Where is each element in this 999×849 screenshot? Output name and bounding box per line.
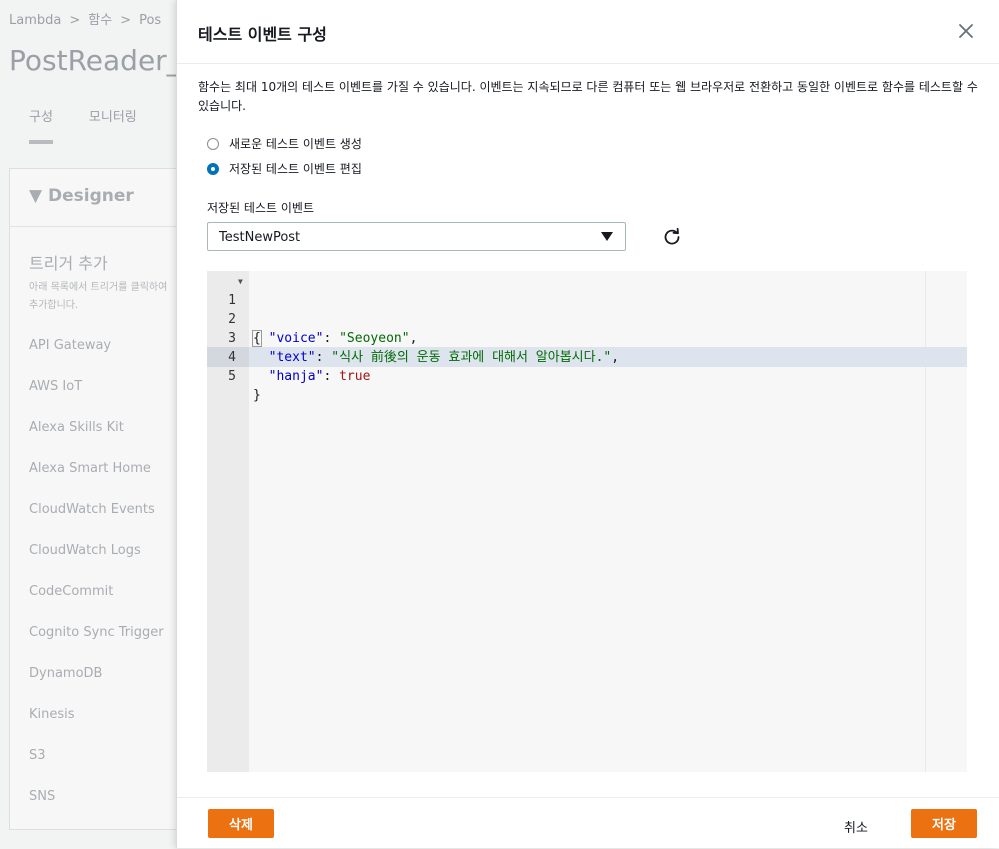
breadcrumb-separator-icon: > bbox=[69, 13, 81, 28]
fold-toggle-icon[interactable]: ▼ bbox=[238, 272, 243, 291]
json-punctuation: } bbox=[253, 388, 261, 403]
breadcrumb-current: Pos bbox=[139, 13, 162, 28]
caret-down-icon: ▼ bbox=[29, 186, 43, 206]
code-line[interactable]: 5 } bbox=[207, 348, 967, 403]
delete-button[interactable]: 삭제 bbox=[208, 809, 274, 838]
designer-title: Designer bbox=[48, 186, 134, 206]
saved-events-label: 저장된 테스트 이벤트 bbox=[207, 201, 314, 215]
modal-title: 테스트 이벤트 구성 bbox=[198, 25, 327, 44]
function-tabs: 구성 모니터링 bbox=[29, 106, 173, 125]
trigger-item-cognito-sync[interactable]: Cognito Sync Trigger bbox=[29, 625, 164, 666]
edit-saved-event-label: 저장된 테스트 이벤트 편집 bbox=[229, 162, 362, 176]
refresh-icon bbox=[664, 227, 680, 245]
trigger-item-sns[interactable]: SNS bbox=[29, 789, 164, 830]
json-key: "hanja" bbox=[268, 369, 324, 384]
breadcrumb: Lambda > 함수 > Pos bbox=[9, 9, 161, 28]
breadcrumb-lambda[interactable]: Lambda bbox=[9, 13, 61, 28]
event-json-editor[interactable]: 1 ▼ { 2 "voice": "Seoyeon", 3 "text": "식… bbox=[207, 271, 967, 772]
json-punctuation bbox=[253, 369, 269, 384]
modal-header: 테스트 이벤트 구성 bbox=[177, 0, 999, 64]
line-number: 5 bbox=[228, 369, 236, 384]
radio-selected[interactable] bbox=[207, 162, 219, 175]
trigger-item-dynamodb[interactable]: DynamoDB bbox=[29, 666, 164, 707]
configure-test-event-modal: 테스트 이벤트 구성 함수는 최대 10개의 테스트 이벤트를 가질 수 있습니… bbox=[176, 0, 999, 848]
tab-monitoring[interactable]: 모니터링 bbox=[89, 110, 137, 125]
designer-header[interactable]: ▼ Designer bbox=[29, 186, 134, 206]
refresh-button[interactable] bbox=[662, 227, 682, 247]
active-tab-indicator bbox=[29, 140, 53, 144]
add-trigger-title: 트리거 추가 bbox=[29, 254, 108, 273]
radio-unselected[interactable] bbox=[207, 137, 219, 150]
json-punctuation: : bbox=[323, 369, 340, 384]
saved-event-select[interactable]: TestNewPost bbox=[207, 222, 626, 251]
breadcrumb-separator-icon: > bbox=[120, 13, 132, 28]
trigger-list: API Gateway AWS IoT Alexa Skills Kit Ale… bbox=[29, 338, 164, 830]
save-button[interactable]: 저장 bbox=[911, 809, 977, 838]
function-name: PostReader_N bbox=[9, 44, 202, 77]
selected-event-value: TestNewPost bbox=[219, 230, 301, 245]
code-text: } bbox=[253, 386, 261, 405]
trigger-item-codecommit[interactable]: CodeCommit bbox=[29, 584, 164, 625]
json-boolean: true bbox=[339, 369, 371, 384]
code-line[interactable]: 2 "voice": "Seoyeon", bbox=[207, 291, 967, 346]
cancel-button[interactable]: 취소 bbox=[844, 817, 868, 836]
code-line[interactable]: 3 "text": "식사 前後의 운동 효과에 대해서 알아봅시다.", bbox=[207, 310, 967, 365]
trigger-item-s3[interactable]: S3 bbox=[29, 748, 164, 789]
code-text: "hanja": true bbox=[253, 367, 371, 386]
trigger-item-aws-iot[interactable]: AWS IoT bbox=[29, 379, 164, 420]
modal-footer: 삭제 취소 저장 bbox=[177, 797, 999, 849]
create-new-event-option[interactable]: 새로운 테스트 이벤트 생성 bbox=[207, 135, 362, 152]
trigger-item-alexa-smart-home[interactable]: Alexa Smart Home bbox=[29, 461, 164, 502]
close-icon bbox=[959, 24, 973, 38]
trigger-item-api-gateway[interactable]: API Gateway bbox=[29, 338, 164, 379]
add-trigger-description: 아래 목록에서 트리거를 클릭하여 추가합니다. bbox=[29, 282, 168, 311]
breadcrumb-functions[interactable]: 함수 bbox=[88, 13, 112, 28]
code-line[interactable]: 4 "hanja": true bbox=[207, 329, 967, 384]
code-line[interactable]: 1 ▼ { bbox=[207, 272, 967, 347]
create-new-event-label: 새로운 테스트 이벤트 생성 bbox=[229, 137, 362, 151]
trigger-item-cloudwatch-events[interactable]: CloudWatch Events bbox=[29, 502, 164, 543]
modal-description: 함수는 최대 10개의 테스트 이벤트를 가질 수 있습니다. 이벤트는 지속되… bbox=[198, 80, 978, 113]
close-button[interactable] bbox=[957, 22, 975, 40]
edit-saved-event-option[interactable]: 저장된 테스트 이벤트 편집 bbox=[207, 160, 362, 177]
trigger-item-kinesis[interactable]: Kinesis bbox=[29, 707, 164, 748]
tab-configuration[interactable]: 구성 bbox=[29, 110, 53, 125]
trigger-item-alexa-skills-kit[interactable]: Alexa Skills Kit bbox=[29, 420, 164, 461]
dropdown-arrow-icon bbox=[601, 232, 613, 241]
trigger-item-cloudwatch-logs[interactable]: CloudWatch Logs bbox=[29, 543, 164, 584]
